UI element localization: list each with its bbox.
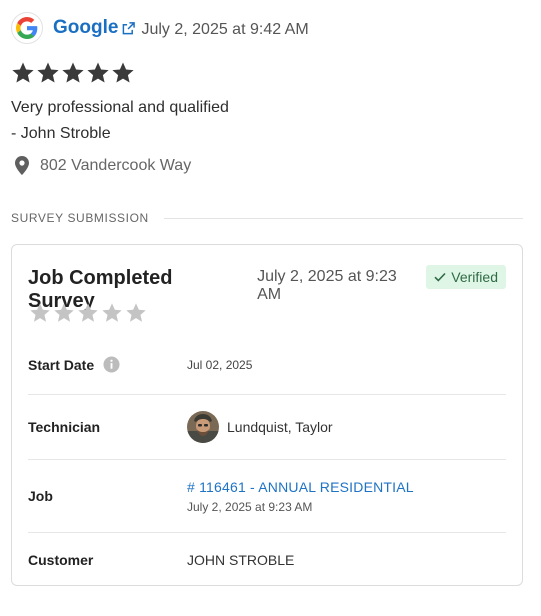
survey-row-customer: Customer JOHN STROBLE <box>28 533 506 586</box>
star-icon <box>37 62 59 83</box>
job-value: # 116461 - ANNUAL RESIDENTIAL July 2, 20… <box>187 479 414 514</box>
customer-value: JOHN STROBLE <box>187 551 295 568</box>
customer-label: Customer <box>28 551 94 568</box>
survey-row-job: Job # 116461 - ANNUAL RESIDENTIAL July 2… <box>28 460 506 533</box>
start-date-label: Start Date <box>28 356 95 373</box>
start-date-value: Jul 02, 2025 <box>187 357 253 372</box>
star-icon <box>12 62 34 83</box>
survey-rating <box>29 302 147 324</box>
technician-value: Lundquist, Taylor <box>187 411 333 443</box>
external-link-icon <box>122 21 136 35</box>
avatar <box>187 411 219 443</box>
survey-row-start-date: Start Date Jul 02, 2025 <box>28 335 506 395</box>
review-author: - John Stroble <box>11 125 111 142</box>
review-date: July 2, 2025 at 9:42 AM <box>141 21 309 38</box>
star-icon <box>112 62 134 83</box>
star-icon <box>78 303 98 322</box>
google-source-link[interactable]: Google <box>53 17 136 39</box>
job-link[interactable]: # 116461 - ANNUAL RESIDENTIAL <box>187 479 414 495</box>
technician-name: Lundquist, Taylor <box>227 419 333 435</box>
star-icon <box>126 303 146 322</box>
verified-badge: Verified <box>426 265 506 289</box>
review: Google July 2, 2025 at 9:42 AM Very prof… <box>11 11 531 175</box>
badge-label: Verified <box>451 269 498 285</box>
section-header: SURVEY SUBMISSION <box>11 211 523 225</box>
review-location: 802 Vandercook Way <box>11 156 531 175</box>
review-header: Google July 2, 2025 at 9:42 AM <box>11 11 531 45</box>
check-icon <box>434 272 446 282</box>
star-icon <box>62 62 84 83</box>
star-icon <box>87 62 109 83</box>
job-date: July 2, 2025 at 9:23 AM <box>187 499 313 514</box>
location-text: 802 Vandercook Way <box>40 156 192 174</box>
section-label: SURVEY SUBMISSION <box>11 211 149 225</box>
section-divider <box>163 217 523 219</box>
google-logo-icon <box>11 12 43 44</box>
review-rating <box>11 61 531 85</box>
star-icon <box>30 303 50 322</box>
job-label: Job <box>28 488 53 504</box>
map-pin-icon <box>15 156 31 175</box>
info-icon[interactable] <box>103 356 120 373</box>
review-text: Very professional and qualified <box>11 99 229 116</box>
survey-card: Job Completed Survey July 2, 2025 at 9:2… <box>11 244 523 586</box>
star-icon <box>54 303 74 322</box>
survey-date: July 2, 2025 at 9:23 AM <box>257 268 397 303</box>
survey-row-technician: Technician Lundquist, Taylor <box>28 395 506 460</box>
source-label: Google <box>53 17 119 38</box>
technician-label: Technician <box>28 419 101 435</box>
row-label-wrap: Start Date <box>28 356 187 373</box>
star-icon <box>102 303 122 322</box>
